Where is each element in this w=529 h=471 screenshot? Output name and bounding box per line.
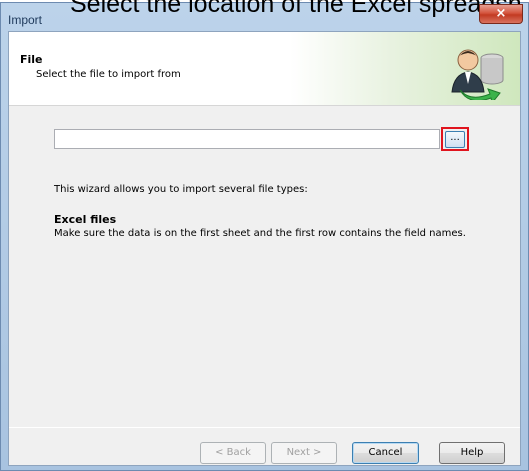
section-text-excel: Make sure the data is on the first sheet… — [54, 228, 466, 239]
page-title: File — [20, 53, 43, 66]
section-title-excel: Excel files — [54, 213, 117, 226]
next-button[interactable]: Next > — [271, 442, 337, 464]
window-title: Import — [8, 13, 43, 27]
page-subtitle: Select the file to import from — [36, 69, 181, 80]
close-button[interactable]: × — [479, 4, 523, 24]
dialog-client-area: File Select the file to import from ... … — [8, 31, 521, 466]
import-dialog: Import × File Select the file to import … — [0, 2, 529, 471]
wizard-header: File Select the file to import from — [9, 32, 520, 106]
browse-button[interactable]: ... — [445, 131, 465, 148]
back-button[interactable]: < Back — [200, 442, 266, 464]
file-path-input[interactable] — [54, 129, 440, 149]
instruction-caption: Select the location of the Excel spreads… — [70, 0, 522, 18]
intro-text: This wizard allows you to import several… — [54, 184, 308, 195]
close-icon: × — [495, 6, 507, 21]
button-separator — [9, 427, 520, 428]
user-database-arrow-icon — [451, 49, 504, 100]
help-button[interactable]: Help — [439, 442, 505, 464]
cancel-button[interactable]: Cancel — [352, 442, 419, 464]
